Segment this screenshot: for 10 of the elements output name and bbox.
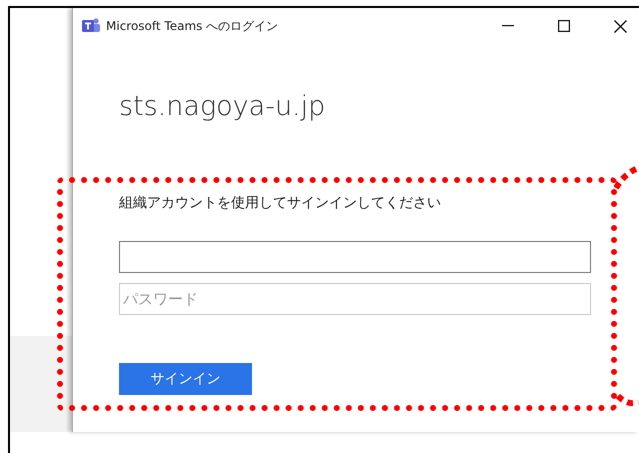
minimize-icon[interactable] bbox=[502, 25, 514, 27]
sign-in-prompt: 組織アカウントを使用してサインインしてください bbox=[119, 194, 441, 212]
username-field[interactable] bbox=[119, 241, 591, 273]
password-field[interactable]: パスワード bbox=[119, 283, 591, 315]
sign-in-button[interactable]: サインイン bbox=[119, 363, 252, 395]
maximize-icon[interactable] bbox=[558, 20, 570, 32]
app-icon bbox=[81, 17, 101, 35]
close-icon[interactable] bbox=[614, 20, 627, 32]
domain-heading: sts.nagoya-u.jp bbox=[119, 90, 326, 124]
window-title: Microsoft Teams へのログイン bbox=[106, 18, 278, 34]
